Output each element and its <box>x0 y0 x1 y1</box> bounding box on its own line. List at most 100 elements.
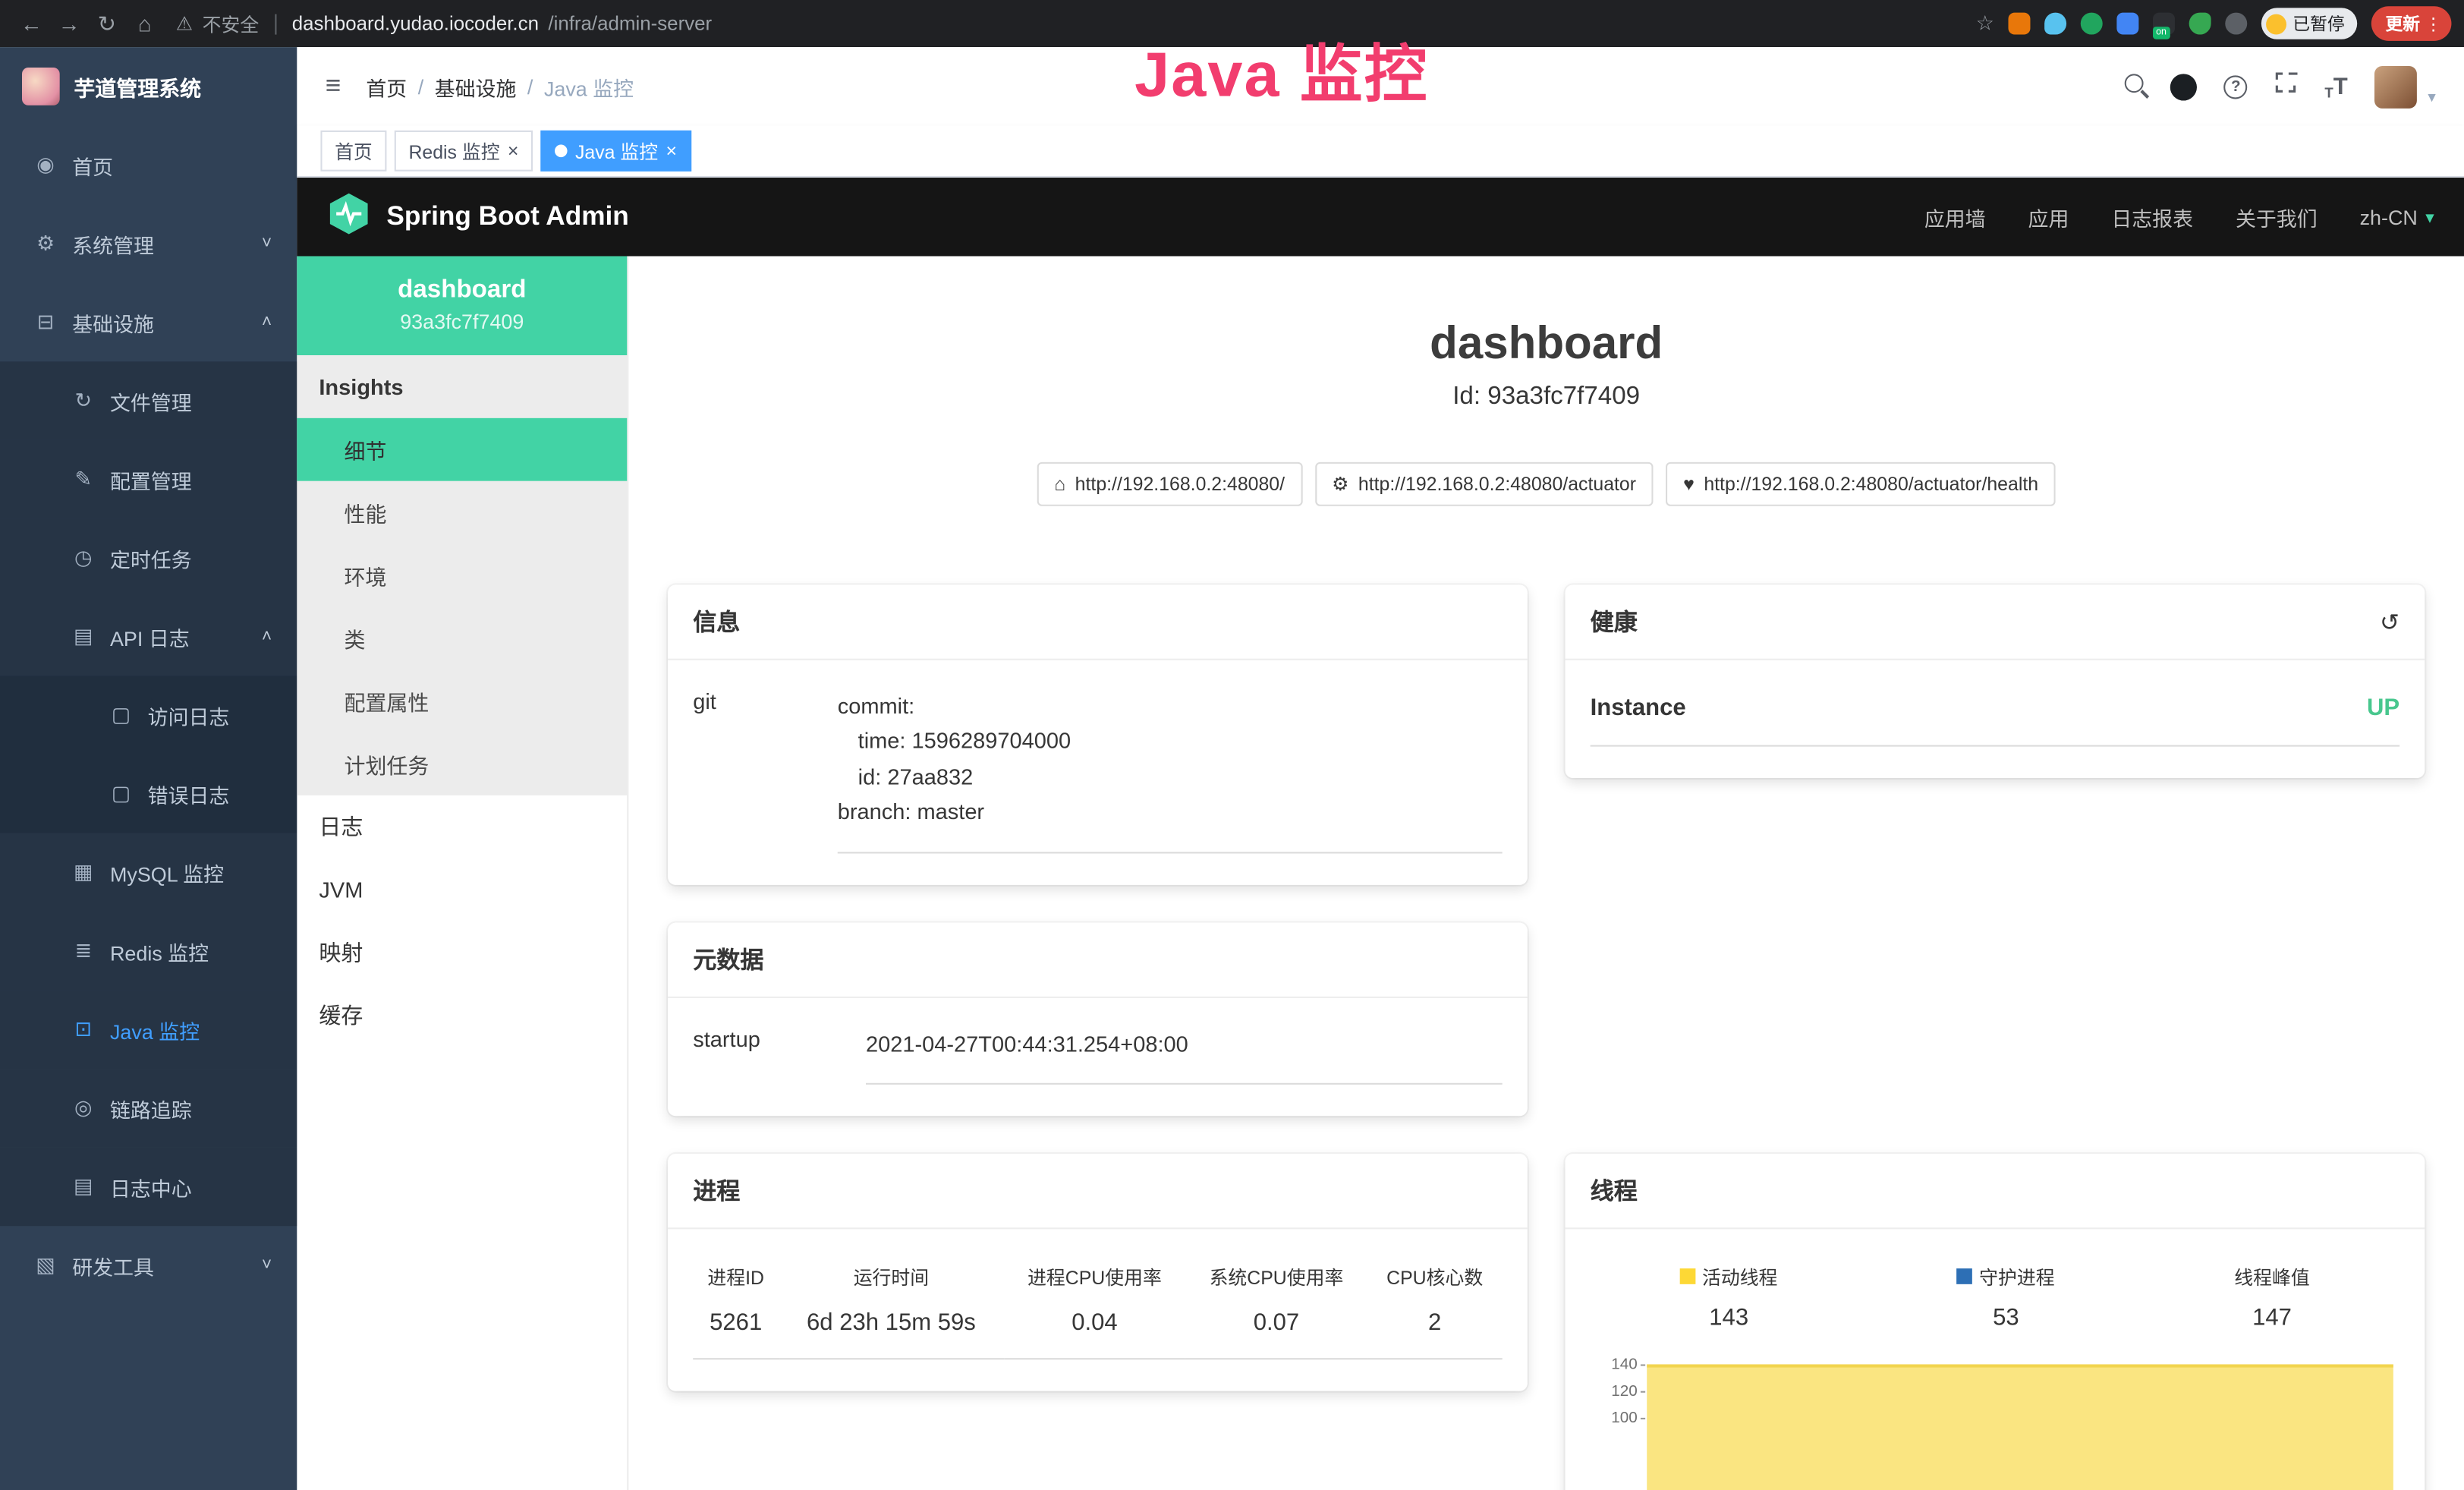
sidebar-item-file-manage[interactable]: ↻ 文件管理 <box>0 361 297 440</box>
fullscreen-icon[interactable] <box>2274 71 2298 102</box>
help-icon[interactable]: ? <box>2224 74 2248 98</box>
reload-button[interactable]: ↻ <box>88 10 126 36</box>
history-icon[interactable]: ↺ <box>2380 607 2399 635</box>
sidebar-item-error-log[interactable]: ▢ 错误日志 <box>0 754 297 833</box>
service-url-button[interactable]: ⌂ http://192.168.0.2:48080/ <box>1037 462 1301 506</box>
search-icon[interactable] <box>2125 72 2144 100</box>
insights-section: Insights 细节 性能 环境 类 配置属性 计划任务 <box>297 355 627 795</box>
sidebar-item-access-log[interactable]: ▢ 访问日志 <box>0 676 297 754</box>
sba-nav-applications[interactable]: 应用 <box>2028 202 2069 232</box>
locale-selector[interactable]: zh-CN ▾ <box>2360 205 2434 228</box>
sidebar-item-dev-tools[interactable]: ▧ 研发工具 ˅ <box>0 1226 297 1305</box>
health-url-button[interactable]: ♥ http://192.168.0.2:48080/actuator/heal… <box>1666 462 2055 506</box>
y-tick: 140 <box>1611 1356 1638 1383</box>
extension-icon-3[interactable] <box>2081 13 2103 35</box>
hamburger-icon[interactable]: ≡ <box>326 71 341 102</box>
sba-item-logs[interactable]: 日志 <box>297 795 627 858</box>
legend-value: 53 <box>1957 1305 2054 1331</box>
profile-paused-badge[interactable]: 已暂停 <box>2261 8 2357 39</box>
sidebar-item-api-log[interactable]: ▤ API 日志 ˄ <box>0 597 297 676</box>
chevron-up-icon: ˄ <box>262 313 272 332</box>
sba-nav-about[interactable]: 关于我们 <box>2236 202 2318 232</box>
sidebar-item-infra[interactable]: ⊟ 基础设施 ˄ <box>0 283 297 362</box>
legend-label: 线程峰值 <box>2234 1264 2309 1290</box>
forward-button[interactable]: → <box>50 11 88 36</box>
tab-home[interactable]: 首页 <box>320 131 386 172</box>
sidebar-item-label: MySQL 监控 <box>110 858 224 887</box>
actuator-url-button[interactable]: ⚙ http://192.168.0.2:48080/actuator <box>1314 462 1653 506</box>
close-icon[interactable]: × <box>666 140 677 162</box>
sidebar-item-mysql-monitor[interactable]: ▦ MySQL 监控 <box>0 833 297 912</box>
bookmark-star-icon[interactable]: ☆ <box>1976 11 1994 36</box>
back-button[interactable]: ← <box>13 11 51 36</box>
doc-icon: ▢ <box>109 703 134 728</box>
user-avatar[interactable] <box>2374 65 2417 108</box>
sidebar-item-system[interactable]: ⚙ 系统管理 ˅ <box>0 204 297 283</box>
legend-label: 守护进程 <box>1979 1264 2054 1290</box>
process-table: 进程ID 运行时间 进程CPU使用率 系统CPU使用率 CPU核心数 <box>693 1251 1502 1359</box>
instance-header[interactable]: dashboard 93a3fc7f7409 <box>297 257 627 355</box>
sidebar-item-java-monitor[interactable]: ⊡ Java 监控 <box>0 991 297 1069</box>
sba-item-classes[interactable]: 类 <box>297 606 627 669</box>
sidebar-item-log-center[interactable]: ▤ 日志中心 <box>0 1148 297 1227</box>
extension-icon-7[interactable] <box>2225 13 2247 35</box>
avatar-caret-icon[interactable]: ▾ <box>2428 89 2435 108</box>
sidebar-item-trace[interactable]: ◎ 链路追踪 <box>0 1069 297 1148</box>
extension-icon-5[interactable]: on <box>2153 13 2175 35</box>
sba-item-details[interactable]: 细节 <box>297 418 627 481</box>
sba-item-performance[interactable]: 性能 <box>297 481 627 544</box>
github-icon[interactable] <box>2170 73 2197 99</box>
git-commit-line: commit: <box>838 688 1503 723</box>
tab-redis-monitor[interactable]: Redis 监控 × <box>395 131 533 172</box>
sidebar-item-config-manage[interactable]: ✎ 配置管理 <box>0 440 297 519</box>
sba-nav: 应用墙 应用 日志报表 关于我们 zh-CN ▾ <box>1924 202 2434 232</box>
instance-name: dashboard <box>310 276 615 304</box>
tab-java-monitor[interactable]: Java 监控 × <box>540 131 691 172</box>
breadcrumb-section[interactable]: 基础设施 <box>435 71 517 101</box>
health-card-title: 健康 <box>1591 605 1638 638</box>
sba-nav-wall[interactable]: 应用墙 <box>1924 202 1986 232</box>
sba-item-environment[interactable]: 环境 <box>297 543 627 606</box>
sidebar-item-scheduled-jobs[interactable]: ◷ 定时任务 <box>0 518 297 597</box>
health-card: 健康 ↺ Instance UP <box>1566 584 2425 778</box>
sba-item-caches[interactable]: 缓存 <box>297 984 627 1047</box>
sba-nav-journal[interactable]: 日志报表 <box>2111 202 2193 232</box>
extension-icon-2[interactable] <box>2044 13 2066 35</box>
sba-item-scheduled-tasks[interactable]: 计划任务 <box>297 732 627 795</box>
sidebar-item-home[interactable]: ◉ 首页 <box>0 126 297 205</box>
breadcrumb-home[interactable]: 首页 <box>366 71 407 101</box>
wrench-icon: ⚙ <box>1332 473 1348 495</box>
sidebar-item-redis-monitor[interactable]: ≣ Redis 监控 <box>0 912 297 991</box>
update-button[interactable]: 更新 ⋮ <box>2371 6 2452 41</box>
legend-square-live <box>1680 1269 1696 1285</box>
sidebar-item-label: 系统管理 <box>72 228 154 258</box>
info-key: git <box>693 688 838 853</box>
health-url-label: http://192.168.0.2:48080/actuator/health <box>1704 473 2038 495</box>
app-logo-image <box>22 68 60 106</box>
breadcrumb-separator: / <box>418 74 424 98</box>
extension-icon-1[interactable] <box>2008 13 2030 35</box>
close-icon[interactable]: × <box>508 140 519 162</box>
y-tick: 120 <box>1611 1383 1638 1410</box>
doc-icon: ▢ <box>109 781 134 806</box>
actuator-url-label: http://192.168.0.2:48080/actuator <box>1358 473 1636 495</box>
security-warning-icon: ⚠ <box>176 13 193 35</box>
address-bar[interactable]: ⚠ 不安全 dashboard.yudao.iocoder.cn/infra/a… <box>176 10 712 36</box>
metadata-card-title: 元数据 <box>668 922 1528 997</box>
extension-icon-6[interactable] <box>2189 13 2211 35</box>
spring-boot-admin-logo <box>327 191 371 243</box>
home-button[interactable]: ⌂ <box>126 11 164 36</box>
magnifier-shape <box>2125 74 2144 93</box>
process-card-title: 进程 <box>668 1154 1528 1229</box>
sidebar-item-label: Java 监控 <box>110 1015 200 1044</box>
insights-header[interactable]: Insights <box>297 355 627 418</box>
sba-item-config-props[interactable]: 配置属性 <box>297 669 627 732</box>
extension-icon-4[interactable] <box>2116 13 2138 35</box>
font-size-icon[interactable]: TT <box>2324 73 2347 99</box>
sba-sidebar: dashboard 93a3fc7f7409 Insights 细节 性能 环境… <box>297 257 628 1490</box>
metadata-row: startup 2021-04-27T00:44:31.254+08:00 <box>693 1025 1502 1084</box>
threads-card-title: 线程 <box>1566 1154 2425 1229</box>
info-row-git: git commit: time: 1596289704000 id: 27aa… <box>693 688 1502 853</box>
sba-item-mappings[interactable]: 映射 <box>297 921 627 984</box>
sba-item-jvm[interactable]: JVM <box>297 858 627 921</box>
